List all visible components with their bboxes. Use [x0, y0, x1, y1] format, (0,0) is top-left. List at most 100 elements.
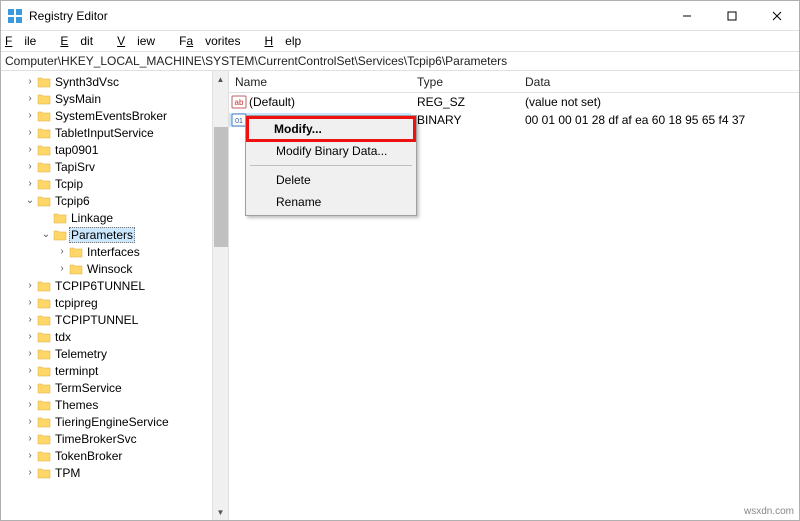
- tree-item-tap0901[interactable]: ›tap0901: [1, 141, 228, 158]
- folder-icon: [37, 144, 51, 156]
- app-icon: [7, 8, 23, 24]
- close-icon: [772, 11, 782, 21]
- tree-item-tdx[interactable]: ›tdx: [1, 328, 228, 345]
- tree-item-label: Telemetry: [53, 347, 109, 361]
- tree-item-tpm[interactable]: ›TPM: [1, 464, 228, 481]
- folder-icon: [37, 195, 51, 207]
- tree-item-label: terminpt: [53, 364, 100, 378]
- tree-item-label: Themes: [53, 398, 100, 412]
- tree-item-tokenbroker[interactable]: ›TokenBroker: [1, 447, 228, 464]
- chevron-down-icon[interactable]: ⌄: [39, 229, 53, 240]
- tree-item-telemetry[interactable]: › Telemetry: [1, 345, 228, 362]
- tree-item-label: SysMain: [53, 92, 103, 106]
- folder-icon: [37, 433, 51, 445]
- scroll-down-icon[interactable]: ▼: [217, 504, 225, 520]
- ctx-delete[interactable]: Delete: [248, 169, 414, 191]
- tree-item-synth3dvsc[interactable]: ›Synth3dVsc: [1, 73, 228, 90]
- menu-help[interactable]: Help: [264, 34, 313, 48]
- tree-item-terminpt[interactable]: › terminpt: [1, 362, 228, 379]
- scroll-up-icon[interactable]: ▲: [217, 71, 225, 87]
- close-button[interactable]: [754, 1, 799, 30]
- chevron-right-icon[interactable]: ›: [23, 161, 37, 172]
- menu-view[interactable]: View: [117, 34, 167, 48]
- chevron-right-icon[interactable]: ›: [55, 263, 69, 274]
- tree-item-tieringengineservice[interactable]: ›TieringEngineService: [1, 413, 228, 430]
- tree-pane[interactable]: ›Synth3dVsc›SysMain›SystemEventsBroker›T…: [1, 71, 229, 520]
- tree-item-tcpip6[interactable]: ⌄Tcpip6: [1, 192, 228, 209]
- value-row[interactable]: ab(Default)REG_SZ(value not set): [229, 93, 799, 111]
- tree-item-winsock[interactable]: ›Winsock: [1, 260, 228, 277]
- folder-icon: [37, 127, 51, 139]
- tree-item-interfaces[interactable]: ›Interfaces: [1, 243, 228, 260]
- menu-edit[interactable]: Edit: [60, 34, 105, 48]
- chevron-right-icon[interactable]: ›: [23, 297, 37, 308]
- tree-item-tapisrv[interactable]: ›TapiSrv: [1, 158, 228, 175]
- address-bar[interactable]: Computer\HKEY_LOCAL_MACHINE\SYSTEM\Curre…: [1, 51, 799, 71]
- column-name[interactable]: Name: [229, 75, 411, 89]
- chevron-right-icon[interactable]: ›: [23, 467, 37, 478]
- tree-item-label: Linkage: [69, 211, 115, 225]
- tree-item-label: Parameters: [69, 227, 135, 243]
- tree-item-systemeventsbroker[interactable]: ›SystemEventsBroker: [1, 107, 228, 124]
- chevron-right-icon[interactable]: ›: [23, 365, 37, 376]
- tree-item-tcpip6tunnel[interactable]: › TCPIP6TUNNEL: [1, 277, 228, 294]
- chevron-right-icon[interactable]: ›: [23, 450, 37, 461]
- svg-text:ab: ab: [235, 98, 244, 107]
- menu-bar: File Edit View Favorites Help: [1, 31, 799, 51]
- chevron-right-icon[interactable]: ›: [23, 314, 37, 325]
- chevron-right-icon[interactable]: ›: [23, 382, 37, 393]
- chevron-right-icon[interactable]: ›: [23, 144, 37, 155]
- tree-item-parameters[interactable]: ⌄ Parameters: [1, 226, 228, 243]
- tree-scrollbar[interactable]: ▲ ▼: [212, 71, 228, 520]
- chevron-right-icon[interactable]: ›: [23, 331, 37, 342]
- chevron-down-icon[interactable]: ⌄: [23, 195, 37, 206]
- folder-icon: [37, 348, 51, 360]
- tree-item-linkage[interactable]: Linkage: [1, 209, 228, 226]
- chevron-right-icon[interactable]: ›: [23, 280, 37, 291]
- tree-item-tcpipreg[interactable]: ›tcpipreg: [1, 294, 228, 311]
- tree-item-label: TCPIPTUNNEL: [53, 313, 140, 327]
- chevron-right-icon[interactable]: ›: [23, 110, 37, 121]
- ctx-modify-binary[interactable]: Modify Binary Data...: [248, 140, 414, 162]
- folder-icon: [37, 93, 51, 105]
- column-data[interactable]: Data: [519, 75, 799, 89]
- tree-item-label: TCPIP6TUNNEL: [53, 279, 147, 293]
- chevron-right-icon[interactable]: ›: [23, 127, 37, 138]
- tree-item-termservice[interactable]: ›TermService: [1, 379, 228, 396]
- tree-item-sysmain[interactable]: › SysMain: [1, 90, 228, 107]
- tree-item-label: TimeBrokerSvc: [53, 432, 139, 446]
- chevron-right-icon[interactable]: ›: [23, 93, 37, 104]
- folder-icon: [37, 110, 51, 122]
- chevron-right-icon[interactable]: ›: [23, 399, 37, 410]
- list-header: Name Type Data: [229, 71, 799, 93]
- ctx-rename[interactable]: Rename: [248, 191, 414, 213]
- folder-icon: [37, 331, 51, 343]
- tree-item-timebrokersvc[interactable]: › TimeBrokerSvc: [1, 430, 228, 447]
- tree-item-tcpip[interactable]: ›Tcpip: [1, 175, 228, 192]
- tree-item-label: TabletInputService: [53, 126, 156, 140]
- chevron-right-icon[interactable]: ›: [23, 76, 37, 87]
- chevron-right-icon[interactable]: ›: [23, 416, 37, 427]
- tree-item-themes[interactable]: › Themes: [1, 396, 228, 413]
- chevron-right-icon[interactable]: ›: [23, 348, 37, 359]
- ctx-modify[interactable]: Modify...: [246, 116, 416, 142]
- folder-icon: [53, 229, 67, 241]
- tree-item-tcpiptunnel[interactable]: › TCPIPTUNNEL: [1, 311, 228, 328]
- scroll-thumb[interactable]: [214, 127, 228, 247]
- chevron-right-icon[interactable]: ›: [23, 178, 37, 189]
- menu-favorites[interactable]: Favorites: [179, 34, 252, 48]
- minimize-button[interactable]: [664, 1, 709, 30]
- watermark: wsxdn.com: [744, 506, 794, 517]
- folder-icon: [37, 76, 51, 88]
- menu-file[interactable]: File: [5, 34, 48, 48]
- chevron-right-icon[interactable]: ›: [23, 433, 37, 444]
- folder-icon: [37, 467, 51, 479]
- chevron-right-icon[interactable]: ›: [55, 246, 69, 257]
- minimize-icon: [682, 11, 692, 21]
- folder-icon: [37, 314, 51, 326]
- column-type[interactable]: Type: [411, 75, 519, 89]
- value-data: (value not set): [519, 95, 799, 109]
- maximize-button[interactable]: [709, 1, 754, 30]
- value-name: (Default): [249, 95, 295, 109]
- tree-item-tabletinputservice[interactable]: › TabletInputService: [1, 124, 228, 141]
